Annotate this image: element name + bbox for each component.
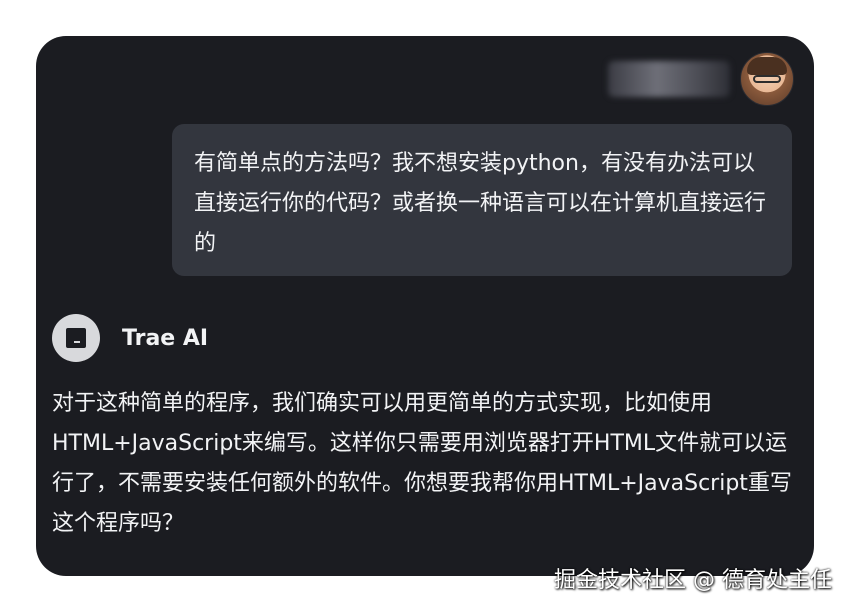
user-header (608, 52, 794, 106)
user-message-bubble: 有简单点的方法吗？我不想安装python，有没有办法可以直接运行你的代码？或者换… (172, 124, 792, 276)
watermark: 掘金技术社区 @ 德育处主任 (554, 568, 832, 593)
trae-logo-icon (52, 314, 100, 362)
logo-mark (66, 328, 86, 348)
user-message-text: 有简单点的方法吗？我不想安装python，有没有办法可以直接运行你的代码？或者换… (194, 151, 767, 256)
assistant-message-text: 对于这种简单的程序，我们确实可以用更简单的方式实现，比如使用HTML+JavaS… (52, 391, 792, 536)
avatar-glasses (753, 75, 781, 83)
blurred-username (608, 61, 730, 97)
assistant-name: Trae AI (122, 325, 209, 351)
user-avatar[interactable] (740, 52, 794, 106)
avatar-hair (747, 57, 787, 75)
chat-panel: 有简单点的方法吗？我不想安装python，有没有办法可以直接运行你的代码？或者换… (36, 36, 814, 576)
assistant-header: Trae AI (52, 314, 208, 362)
